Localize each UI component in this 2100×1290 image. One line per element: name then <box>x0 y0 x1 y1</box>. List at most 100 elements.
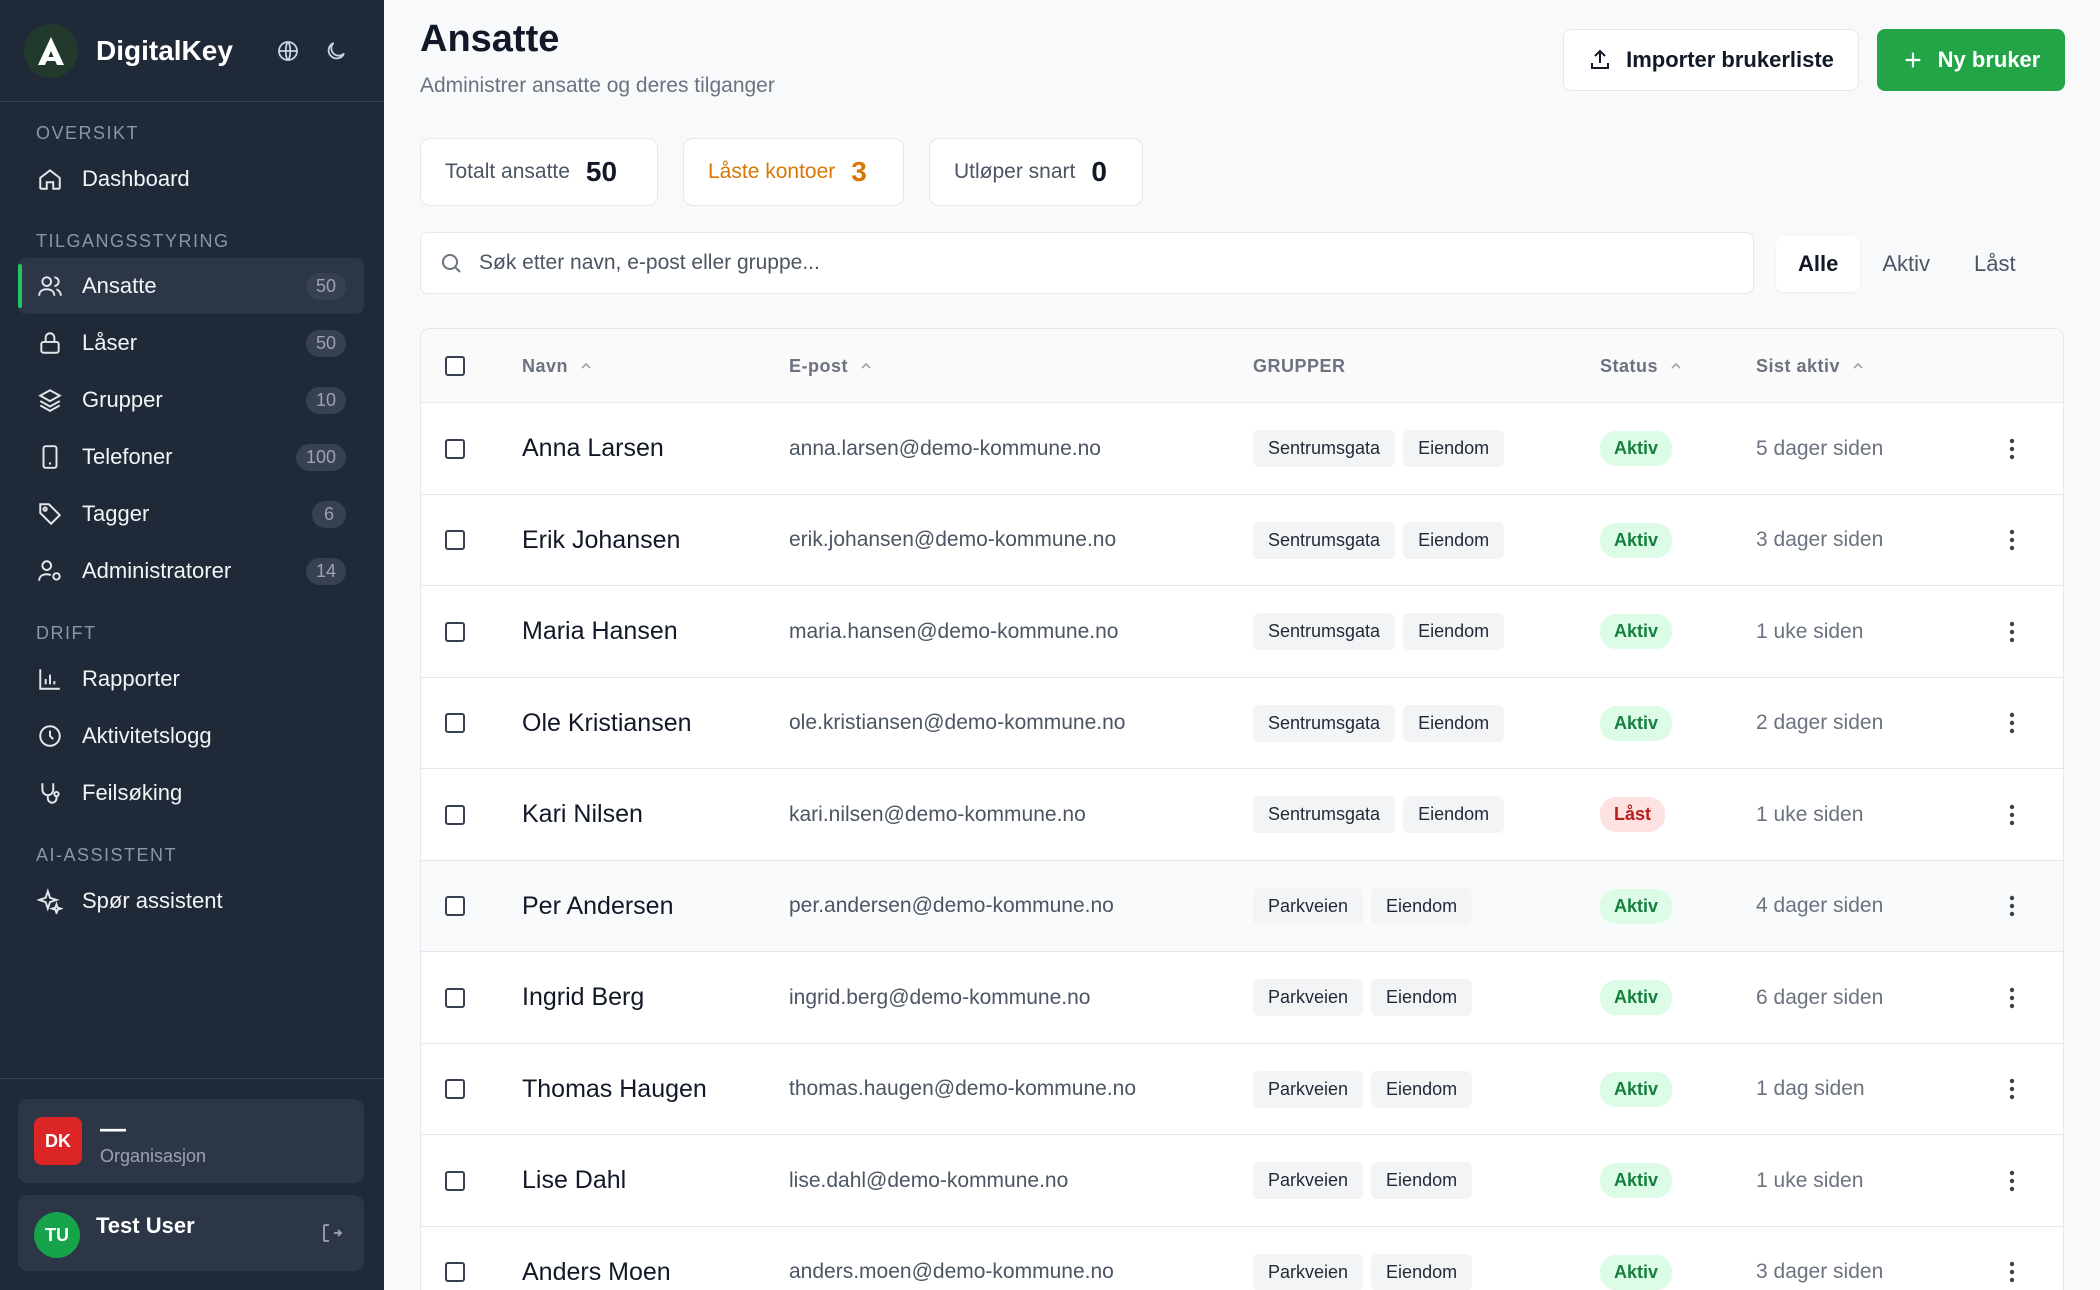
more-options-icon[interactable] <box>1994 1163 2030 1199</box>
more-options-icon[interactable] <box>1994 1071 2030 1107</box>
group-tag: Eiendom <box>1371 887 1473 925</box>
group-tags: Parkveien Eiendom <box>1253 1044 1480 1135</box>
sidebar-item-employees[interactable]: Ansatte 50 <box>18 258 364 314</box>
status-badge: Aktiv <box>1600 431 1673 466</box>
filter-active[interactable]: Aktiv <box>1860 236 1952 292</box>
sidebar-item-locks[interactable]: Låser 50 <box>18 315 364 371</box>
row-checkbox[interactable] <box>445 804 465 825</box>
table-row[interactable]: Anna Larsen anna.larsen@demo-kommune.no … <box>421 403 2063 495</box>
row-checkbox[interactable] <box>445 1079 465 1099</box>
group-tag: Parkveien <box>1253 1253 1364 1290</box>
row-checkbox[interactable] <box>445 530 465 550</box>
table-row[interactable]: Erik Johansen erik.johansen@demo-kommune… <box>421 495 2063 586</box>
status-badge: Aktiv <box>1600 888 1673 924</box>
more-options-icon[interactable] <box>1994 888 2030 924</box>
filter-all[interactable]: Alle <box>1776 236 1861 292</box>
sidebar-item-count: 100 <box>295 443 346 471</box>
table-row[interactable]: Maria Hansen maria.hansen@demo-kommune.n… <box>421 586 2063 678</box>
employee-name: Thomas Haugen <box>522 1074 707 1103</box>
table-row[interactable]: Per Andersen per.andersen@demo-kommune.n… <box>421 860 2063 952</box>
sidebar-item-reports[interactable]: Rapporter <box>18 651 364 707</box>
globe-icon[interactable] <box>264 27 312 75</box>
employee-email: maria.hansen@demo-kommune.no <box>789 619 1119 643</box>
group-tag: Eiendom <box>1371 1162 1473 1199</box>
sidebar-item-tags[interactable]: Tagger 6 <box>18 486 364 542</box>
group-tag: Eiendom <box>1403 430 1505 467</box>
group-tag: Eiendom <box>1371 979 1473 1016</box>
table-row[interactable]: Thomas Haugen thomas.haugen@demo-kommune… <box>421 1044 2063 1135</box>
row-checkbox[interactable] <box>445 987 465 1008</box>
last-active: 6 dager siden <box>1756 985 1884 1009</box>
more-options-icon[interactable] <box>1994 1254 2030 1290</box>
sidebar-item-label: Grupper <box>82 387 163 412</box>
status-filter: Alle Aktiv Låst <box>1776 234 2038 294</box>
sidebar-item-label: Rapporter <box>82 666 180 691</box>
table-row[interactable]: Kari Nilsen kari.nilsen@demo-kommune.no … <box>421 769 2063 861</box>
last-active: 1 uke siden <box>1756 802 1864 826</box>
group-tag: Parkveien <box>1253 1162 1364 1199</box>
sidebar-item-count: 10 <box>305 386 346 414</box>
bar-chart-icon <box>36 665 64 693</box>
sidebar-item-assistant[interactable]: Spør assistent <box>18 873 364 929</box>
search-input[interactable] <box>479 251 1735 275</box>
logout-icon[interactable] <box>316 1217 348 1249</box>
filter-locked[interactable]: Låst <box>1952 236 2038 292</box>
row-checkbox[interactable] <box>445 1170 465 1191</box>
table-row[interactable]: Ole Kristiansen ole.kristiansen@demo-kom… <box>421 678 2063 769</box>
group-tag: Sentrumsgata <box>1253 704 1396 742</box>
row-checkbox[interactable] <box>445 621 465 642</box>
row-checkbox[interactable] <box>445 438 465 459</box>
sidebar-item-groups[interactable]: Grupper 10 <box>18 372 364 428</box>
stat-expiring-soon[interactable]: Utløper snart 0 <box>929 138 1143 206</box>
sort-asc-icon <box>581 362 591 369</box>
stat-value: 50 <box>585 156 618 187</box>
sidebar-item-troubleshooting[interactable]: Feilsøking <box>18 765 364 821</box>
more-options-icon[interactable] <box>1994 980 2030 1016</box>
table-row[interactable]: Anders Moen anders.moen@demo-kommune.no … <box>421 1227 2063 1290</box>
last-active: 1 dag siden <box>1756 1077 1865 1100</box>
app-name: DigitalKey <box>96 34 233 66</box>
status-badge: Aktiv <box>1600 1254 1673 1290</box>
table-row[interactable]: Lise Dahl lise.dahl@demo-kommune.no Park… <box>421 1135 2063 1227</box>
organization-switcher[interactable]: DK — Organisasjon <box>18 1099 364 1183</box>
home-icon <box>36 165 64 193</box>
stat-locked-accounts[interactable]: Låste kontoer 3 <box>683 138 904 206</box>
more-options-icon[interactable] <box>1994 797 2030 833</box>
select-all-checkbox[interactable] <box>445 356 465 376</box>
sidebar-item-admins[interactable]: Administratorer 14 <box>18 543 364 599</box>
more-options-icon[interactable] <box>1994 614 2030 650</box>
employee-name: Per Andersen <box>522 891 674 920</box>
moon-icon[interactable] <box>312 27 360 75</box>
import-user-list-button[interactable]: Importer brukerliste <box>1563 29 1859 91</box>
row-checkbox[interactable] <box>445 1262 465 1282</box>
group-tag: Parkveien <box>1253 1070 1364 1108</box>
sort-asc-icon <box>861 362 871 369</box>
employee-email: anna.larsen@demo-kommune.no <box>789 436 1101 460</box>
employee-email: kari.nilsen@demo-kommune.no <box>789 802 1086 826</box>
employee-email: anders.moen@demo-kommune.no <box>789 1260 1114 1283</box>
more-options-icon[interactable] <box>1994 522 2030 558</box>
row-checkbox[interactable] <box>445 896 465 916</box>
last-active: 4 dager siden <box>1756 894 1884 917</box>
more-options-icon[interactable] <box>1994 431 2030 467</box>
column-header-last-active[interactable]: Sist aktiv <box>1756 329 1866 403</box>
row-checkbox[interactable] <box>445 713 465 733</box>
sidebar-item-activity-log[interactable]: Aktivitetslogg <box>18 708 364 764</box>
group-tag: Eiendom <box>1403 613 1505 650</box>
last-active: 3 dager siden <box>1756 1260 1884 1283</box>
nav-section-ai: AI-ASSISTENT <box>36 845 178 865</box>
column-header-email[interactable]: E-post <box>789 329 874 403</box>
column-header-groups: GRUPPER <box>1253 329 1346 403</box>
table-row[interactable]: Ingrid Berg ingrid.berg@demo-kommune.no … <box>421 952 2063 1044</box>
more-options-icon[interactable] <box>1994 705 2030 741</box>
column-header-status[interactable]: Status <box>1600 329 1684 403</box>
sidebar-item-dashboard[interactable]: Dashboard <box>18 151 364 207</box>
new-user-button[interactable]: Ny bruker <box>1877 29 2065 91</box>
sidebar-item-phones[interactable]: Telefoner 100 <box>18 429 364 485</box>
column-header-name[interactable]: Navn <box>522 329 594 403</box>
layers-icon <box>36 386 64 414</box>
tag-icon <box>36 500 64 528</box>
user-card: TU Test User <box>18 1195 364 1271</box>
upload-icon <box>1591 49 1610 69</box>
group-tags: Parkveien Eiendom <box>1253 952 1480 1043</box>
